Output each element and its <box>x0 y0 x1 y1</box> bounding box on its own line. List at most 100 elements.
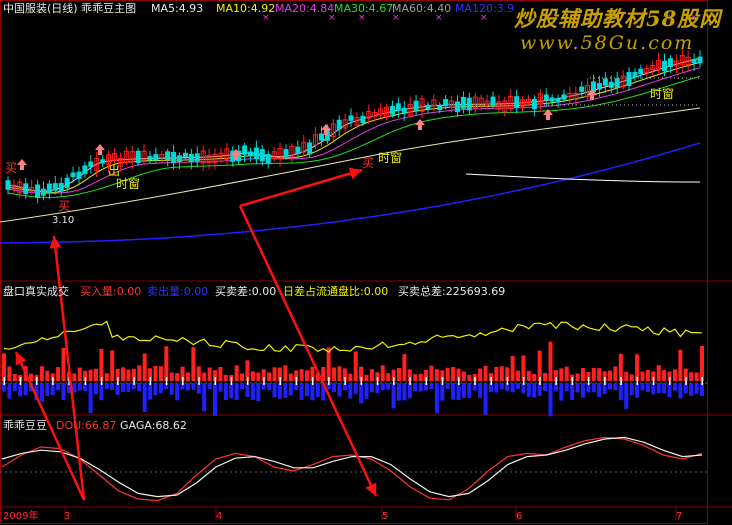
volume-bar-blue <box>499 383 504 390</box>
volume-bar-blue <box>207 383 212 390</box>
volume-tick-white <box>636 377 639 385</box>
volume-bar-blue <box>148 383 153 400</box>
volume-bar-red <box>402 354 407 381</box>
volume-bar-blue <box>218 383 223 392</box>
volume-bar-red <box>164 346 169 381</box>
volume-bar-blue <box>667 383 672 398</box>
volume-tick-white <box>539 377 541 385</box>
volume-tick-white <box>165 377 168 385</box>
candle-body <box>413 100 419 111</box>
volume-bar-red <box>662 370 667 381</box>
volume-bar-red <box>142 353 147 381</box>
volume-bar-blue <box>223 383 228 401</box>
buy-marker-3: 买 <box>362 156 375 170</box>
watermark-url: www.58Gu.com <box>520 32 695 54</box>
volume-bar-red <box>185 372 190 381</box>
candle-body <box>667 58 673 68</box>
volume-bar-blue <box>386 383 391 390</box>
volume-bar-blue <box>93 383 98 395</box>
volume-bar-blue <box>185 383 190 391</box>
volume-bar-blue <box>629 383 634 396</box>
candle-body <box>40 188 46 196</box>
panel1-title: 中国服装(日线) 乖乖豆主图 <box>3 2 137 15</box>
volume-bar-red <box>88 369 93 381</box>
volume-bar-red <box>348 373 353 381</box>
volume-bar-blue <box>267 383 272 391</box>
volume-bar-red <box>299 369 304 381</box>
volume-bar-red <box>618 353 623 381</box>
volume-bar-blue <box>272 383 277 398</box>
volume-bar-blue <box>440 383 445 401</box>
volume-bar-blue <box>72 383 77 393</box>
volume-bar-red <box>461 371 466 381</box>
volume-bar-red <box>207 367 212 381</box>
candle-body <box>336 119 342 130</box>
candle-body <box>638 68 644 75</box>
volume-tick-white <box>263 377 265 385</box>
buy-marker-2: 买 <box>58 199 71 213</box>
candle-body <box>283 149 289 158</box>
chart-canvas: × × × × × × × × × × <box>0 0 732 524</box>
candle-body <box>182 152 188 158</box>
volume-bar-red <box>396 367 401 381</box>
volume-bar-red <box>694 372 699 381</box>
volume-bar-blue <box>12 383 17 391</box>
ma20-label: MA20:4.84 <box>275 2 335 15</box>
candle-body <box>348 115 354 121</box>
volume-bar-red <box>564 366 569 381</box>
candle-body <box>602 78 608 86</box>
buy-marker-1: 买 <box>5 161 18 175</box>
annotation-shichuang-2: 时窗 <box>378 151 403 165</box>
volume-bar-red <box>93 368 98 381</box>
ma120-line <box>0 142 701 244</box>
volume-tick-white <box>344 377 346 385</box>
volume-bar-red <box>700 345 704 381</box>
candle-body <box>165 151 171 161</box>
annotation-shichuang-3: 时窗 <box>650 87 675 101</box>
ma60-label: MA60:4.40 <box>392 2 452 15</box>
volume-bar-blue <box>391 383 396 409</box>
volume-bar-red <box>191 347 196 381</box>
volume-bar-blue <box>526 383 531 397</box>
volume-tick-white <box>620 377 622 385</box>
volume-bar-red <box>77 367 82 381</box>
volume-bar-red <box>267 372 272 381</box>
volume-bar-red <box>445 367 450 381</box>
candle-body <box>490 96 496 106</box>
volume-bar-blue <box>56 383 61 391</box>
volume-bar-red <box>223 374 228 381</box>
volume-bar-blue <box>169 383 174 395</box>
volume-bar-blue <box>364 383 369 399</box>
volume-tick-white <box>522 377 525 385</box>
volume-bar-red <box>104 373 109 381</box>
volume-bar-red <box>61 347 66 381</box>
volume-tick-white <box>376 377 379 385</box>
volume-bar-red <box>121 367 126 381</box>
volume-bar-red <box>256 372 261 381</box>
candle-body <box>437 105 443 111</box>
volume-tick-white <box>311 377 314 385</box>
volume-bar-blue <box>608 383 613 390</box>
volume-bar-blue <box>402 383 407 401</box>
volume-bar-red <box>337 366 342 381</box>
candle-body <box>579 86 585 92</box>
volume-bar-red <box>483 365 488 381</box>
volume-bar-red <box>218 366 223 381</box>
volume-bar-blue <box>348 383 353 399</box>
volume-bar-red <box>548 341 553 381</box>
volume-bar-blue <box>175 383 180 401</box>
candle-body <box>425 104 431 110</box>
candle-body <box>596 83 602 90</box>
volume-bar-red <box>543 372 548 381</box>
volume-bar-red <box>45 370 50 381</box>
volume-bar-blue <box>380 383 385 391</box>
candle-body <box>147 155 153 161</box>
volume-bar-blue <box>640 383 645 391</box>
volume-tick-white <box>214 377 217 385</box>
volume-tick-white <box>604 377 606 385</box>
volume-bar-red <box>234 365 239 381</box>
ma30-label: MA30:4.67 <box>334 2 394 15</box>
volume-tick-white <box>19 377 22 385</box>
volume-tick-white <box>52 377 54 385</box>
volume-bar-blue <box>305 383 310 397</box>
